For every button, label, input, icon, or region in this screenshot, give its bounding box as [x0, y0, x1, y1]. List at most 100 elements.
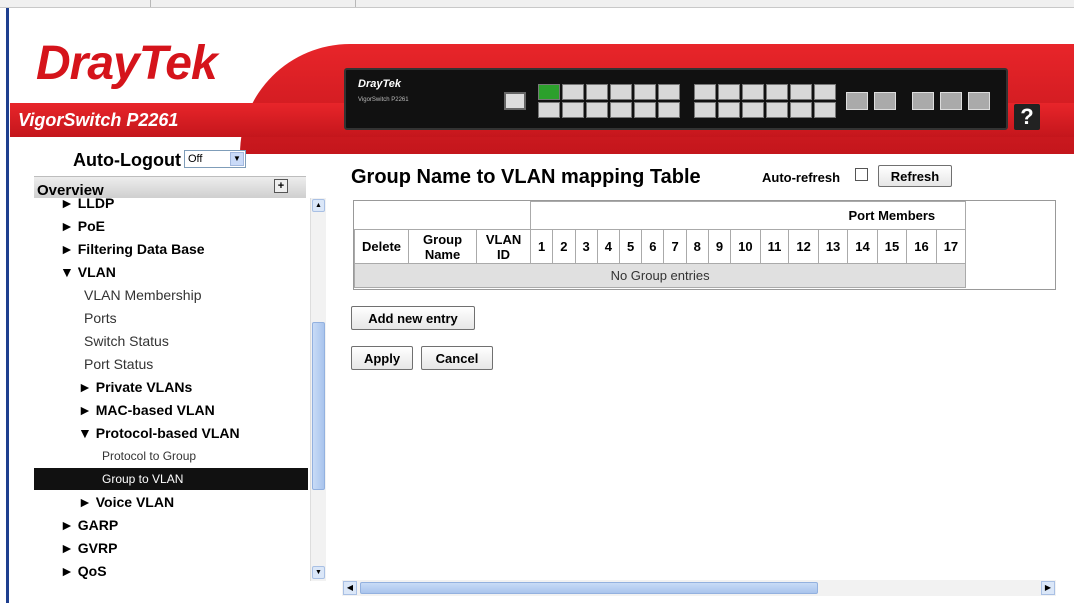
navigation-tree: ► LLDP ► PoE ► Filtering Data Base ▼ VLAN VL…: [34, 198, 308, 581]
group-vlan-table: Port Members Delete Group Name VLAN ID 1…: [353, 200, 1056, 290]
expand-plus-icon[interactable]: +: [274, 179, 288, 193]
auto-logout-value: Off: [188, 153, 203, 165]
sidebar-item[interactable]: ► Voice VLAN: [34, 491, 308, 513]
cancel-button[interactable]: Cancel: [421, 346, 493, 370]
auto-logout-label: Auto-Logout: [73, 150, 181, 170]
port-column-header: 5: [618, 229, 643, 264]
port-members-header: Port Members: [530, 201, 967, 230]
scrollbar-thumb[interactable]: [312, 322, 325, 490]
tab-divider: [150, 0, 151, 7]
sfp-port-icon: [874, 92, 896, 110]
sidebar-item[interactable]: ► QoS: [34, 560, 308, 581]
port-icon: [586, 84, 608, 100]
sidebar-item[interactable]: ► GVRP: [34, 537, 308, 559]
delete-column-header: Delete: [354, 229, 410, 264]
port-column-header: 1: [530, 229, 554, 264]
port-column-header: 4: [596, 229, 620, 264]
switch-front-panel-image: DrayTek VigorSwitch P2261: [344, 68, 1008, 130]
port-icon: [718, 102, 740, 118]
port-icon: [766, 102, 788, 118]
sidebar-item[interactable]: ▼ VLAN: [34, 261, 308, 283]
port-icon: [610, 84, 632, 100]
port-group-1: [538, 84, 680, 118]
port-column-header: 17: [935, 229, 967, 264]
port-column-header: 14: [847, 229, 878, 264]
vlan-id-column-header: VLAN ID: [476, 229, 532, 264]
auto-logout-select[interactable]: Off ▼: [184, 150, 246, 168]
sidebar-item[interactable]: Protocol to Group: [34, 445, 308, 467]
overview-label: Overview: [37, 182, 104, 199]
refresh-button[interactable]: Refresh: [878, 165, 952, 187]
port-icon: [790, 102, 812, 118]
scrollbar-thumb[interactable]: [360, 582, 818, 594]
port-icon: [538, 102, 560, 118]
device-model-text: VigorSwitch P2261: [358, 97, 409, 103]
port-column-header: 8: [685, 229, 709, 264]
page-title: Group Name to VLAN mapping Table: [351, 166, 701, 188]
scroll-right-icon[interactable]: ▶: [1041, 581, 1055, 595]
sidebar-item[interactable]: VLAN Membership: [34, 284, 308, 306]
auto-refresh-label: Auto-refresh: [762, 170, 841, 185]
sidebar-item[interactable]: Switch Status: [34, 330, 308, 352]
empty-table-message: No Group entries: [354, 263, 967, 288]
device-brand-text: DrayTek: [358, 78, 402, 90]
sidebar-item[interactable]: Port Status: [34, 353, 308, 375]
sfp-port-icon: [912, 92, 934, 110]
help-button[interactable]: ?: [1014, 104, 1040, 130]
port-column-header: 7: [663, 229, 687, 264]
draytek-logo: DrayTek: [36, 37, 218, 90]
sidebar-item[interactable]: Group to VLAN: [34, 468, 308, 490]
main-horizontal-scrollbar[interactable]: ◀ ▶: [342, 580, 1056, 596]
overview-header[interactable]: Overview +: [34, 176, 306, 199]
sidebar-item[interactable]: ► LLDP: [34, 198, 308, 214]
sidebar-item[interactable]: ► GARP: [34, 514, 308, 536]
add-new-entry-button[interactable]: Add new entry: [351, 306, 475, 330]
port-icon: [562, 102, 584, 118]
sidebar-item[interactable]: Ports: [34, 307, 308, 329]
group-name-column-header: Group Name: [408, 229, 478, 264]
product-model-title: VigorSwitch P2261: [18, 110, 179, 130]
port-column-header: 10: [730, 229, 761, 264]
chevron-down-icon[interactable]: ▼: [230, 152, 244, 166]
port-column-header: 15: [876, 229, 908, 264]
port-icon: [814, 84, 836, 100]
port-icon: [586, 102, 608, 118]
port-column-header: 9: [707, 229, 732, 264]
port-icon: [694, 102, 716, 118]
port-icon: [694, 84, 716, 100]
scroll-up-icon[interactable]: ▲: [312, 199, 325, 212]
port-column-header: 6: [641, 229, 665, 264]
main-content: Group Name to VLAN mapping Table Auto-re…: [342, 160, 1056, 580]
apply-button[interactable]: Apply: [351, 346, 413, 370]
port-icon: [658, 102, 680, 118]
port-group-2: [694, 84, 836, 118]
auto-refresh-checkbox[interactable]: [855, 168, 868, 181]
port-column-header: 2: [552, 229, 576, 264]
sidebar-item[interactable]: ► PoE: [34, 215, 308, 237]
browser-tab-strip: [0, 0, 1074, 8]
port-icon: [742, 84, 764, 100]
port-icon: [610, 102, 632, 118]
port-icon: [814, 102, 836, 118]
console-port: [504, 92, 526, 110]
port-icon: [718, 84, 740, 100]
port-column-header: 3: [574, 229, 598, 264]
sidebar-item[interactable]: ► Private VLANs: [34, 376, 308, 398]
sidebar-item[interactable]: ► Filtering Data Base: [34, 238, 308, 260]
sfp-port-icon: [940, 92, 962, 110]
port-column-header: 16: [906, 229, 937, 264]
sidebar-scrollbar[interactable]: ▲ ▼: [310, 198, 326, 581]
sfp-port-icon: [968, 92, 990, 110]
browser-viewport: DrayTek VigorSwitch P2261 DrayTek VigorS…: [0, 0, 1074, 603]
port-icon: [634, 84, 656, 100]
sidebar-item[interactable]: ▼ Protocol-based VLAN: [34, 422, 308, 444]
port-column-header: 11: [759, 229, 790, 264]
sidebar-item[interactable]: ► MAC-based VLAN: [34, 399, 308, 421]
scroll-left-icon[interactable]: ◀: [343, 581, 357, 595]
port-icon: [562, 84, 584, 100]
port-icon: [766, 84, 788, 100]
port-icon: [658, 84, 680, 100]
scroll-down-icon[interactable]: ▼: [312, 566, 325, 579]
port-column-header: 12: [788, 229, 819, 264]
port-column-header: 13: [817, 229, 849, 264]
